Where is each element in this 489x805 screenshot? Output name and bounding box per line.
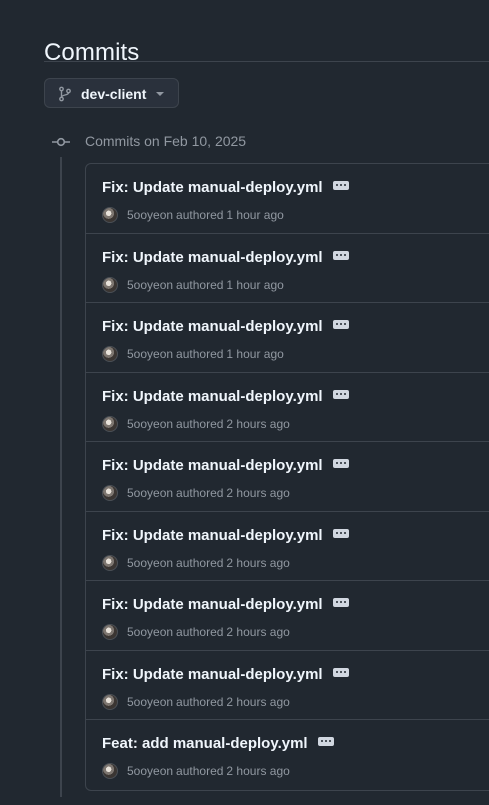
author-link[interactable]: 5ooyeon <box>127 556 173 570</box>
commit-message[interactable]: Fix: Update manual-deploy.yml <box>102 179 323 196</box>
expand-description-button[interactable] <box>332 320 349 329</box>
commit-meta: 5ooyeon authored 1 hour ago <box>102 207 284 223</box>
commit-row: Fix: Update manual-deploy.yml 5ooyeon auth… <box>86 303 489 373</box>
relative-time: 2 hours ago <box>226 625 290 639</box>
expand-description-button[interactable] <box>332 598 349 607</box>
authored-label: authored <box>176 486 224 500</box>
commit-list: Fix: Update manual-deploy.yml 5ooyeon auth… <box>85 163 489 791</box>
expand-description-button[interactable] <box>332 181 349 190</box>
expand-description-button[interactable] <box>332 528 349 538</box>
triangle-down-icon <box>156 92 164 96</box>
commit-title-link[interactable]: Fix: Update manual-deploy.yml <box>102 179 349 197</box>
commit-message[interactable]: Feat: add manual-deploy.yml <box>102 735 308 752</box>
commit-meta: 5ooyeon authored 2 hours ago <box>102 624 290 640</box>
authored-label: authored <box>176 347 224 361</box>
commit-title-link[interactable]: Fix: Update manual-deploy.yml <box>102 457 349 475</box>
avatar[interactable] <box>102 207 118 223</box>
commit-row: Fix: Update manual-deploy.yml 5ooyeon auth… <box>86 651 489 720</box>
relative-time: 1 hour ago <box>226 347 284 361</box>
commit-meta: 5ooyeon authored 2 hours ago <box>102 415 290 432</box>
author-link[interactable]: 5ooyeon <box>127 764 173 778</box>
author-link[interactable]: 5ooyeon <box>127 278 173 292</box>
avatar[interactable] <box>102 485 118 501</box>
commit-message[interactable]: Fix: Update manual-deploy.yml <box>102 318 323 335</box>
authored-label: authored <box>176 555 224 570</box>
expand-description-button[interactable] <box>332 459 349 468</box>
relative-time: 2 hours ago <box>226 416 290 431</box>
authored-label: authored <box>176 694 224 709</box>
page-title: Commits <box>44 39 140 67</box>
commit-message[interactable]: Fix: Update manual-deploy.yml <box>102 249 323 266</box>
commit-meta: 5ooyeon authored 2 hours ago <box>102 693 290 710</box>
avatar[interactable] <box>102 276 118 293</box>
relative-time: 2 hours ago <box>226 555 290 570</box>
author-link[interactable]: 5ooyeon <box>127 347 173 361</box>
avatar[interactable] <box>102 763 118 779</box>
relative-time: 1 hour ago <box>226 277 284 292</box>
authored-label: authored <box>176 625 224 639</box>
git-branch-icon <box>59 86 71 102</box>
authored-label: authored <box>176 416 224 431</box>
commit-message[interactable]: Fix: Update manual-deploy.yml <box>102 666 323 683</box>
commit-row: Fix: Update manual-deploy.yml 5ooyeon auth… <box>86 373 489 442</box>
commit-row: Fix: Update manual-deploy.yml 5ooyeon auth… <box>86 581 489 651</box>
commit-row: Fix: Update manual-deploy.yml 5ooyeon auth… <box>86 512 489 581</box>
avatar[interactable] <box>102 624 118 640</box>
avatar[interactable] <box>102 693 118 710</box>
commit-title-link[interactable]: Fix: Update manual-deploy.yml <box>102 527 349 545</box>
author-link[interactable]: 5ooyeon <box>127 417 173 431</box>
relative-time: 1 hour ago <box>226 208 284 222</box>
expand-description-button[interactable] <box>332 250 349 260</box>
timeline-line <box>60 157 62 797</box>
title-divider <box>44 61 489 62</box>
commit-row: Feat: add manual-deploy.yml 5ooyeon author… <box>86 720 489 790</box>
commit-row: Fix: Update manual-deploy.yml 5ooyeon auth… <box>86 164 489 234</box>
authored-label: authored <box>176 764 224 778</box>
commit-title-link[interactable]: Fix: Update manual-deploy.yml <box>102 249 349 267</box>
commit-meta: 5ooyeon authored 2 hours ago <box>102 763 290 779</box>
authored-label: authored <box>176 208 224 222</box>
avatar[interactable] <box>102 415 118 432</box>
commit-row: Fix: Update manual-deploy.yml 5ooyeon auth… <box>86 234 489 303</box>
commit-message[interactable]: Fix: Update manual-deploy.yml <box>102 457 323 474</box>
commit-title-link[interactable]: Fix: Update manual-deploy.yml <box>102 596 349 614</box>
git-commit-icon <box>52 137 70 147</box>
author-link[interactable]: 5ooyeon <box>127 625 173 639</box>
commit-title-link[interactable]: Fix: Update manual-deploy.yml <box>102 666 349 684</box>
expand-description-button[interactable] <box>332 667 349 677</box>
commit-meta: 5ooyeon authored 1 hour ago <box>102 346 284 362</box>
commit-meta: 5ooyeon authored 2 hours ago <box>102 554 290 571</box>
commit-message[interactable]: Fix: Update manual-deploy.yml <box>102 388 323 405</box>
commit-title-link[interactable]: Fix: Update manual-deploy.yml <box>102 318 349 336</box>
relative-time: 2 hours ago <box>226 694 290 709</box>
commit-message[interactable]: Fix: Update manual-deploy.yml <box>102 527 323 544</box>
commit-row: Fix: Update manual-deploy.yml 5ooyeon auth… <box>86 442 489 512</box>
commit-meta: 5ooyeon authored 1 hour ago <box>102 276 284 293</box>
commit-meta: 5ooyeon authored 2 hours ago <box>102 485 290 501</box>
branch-selector-button[interactable]: dev-client <box>44 78 179 108</box>
commit-title-link[interactable]: Feat: add manual-deploy.yml <box>102 735 334 753</box>
relative-time: 2 hours ago <box>226 486 290 500</box>
authored-label: authored <box>176 277 224 292</box>
commit-message[interactable]: Fix: Update manual-deploy.yml <box>102 596 323 613</box>
commit-group-heading: Commits on Feb 10, 2025 <box>85 133 247 149</box>
author-link[interactable]: 5ooyeon <box>127 695 173 709</box>
author-link[interactable]: 5ooyeon <box>127 208 173 222</box>
relative-time: 2 hours ago <box>226 764 290 778</box>
author-link[interactable]: 5ooyeon <box>127 486 173 500</box>
commit-title-link[interactable]: Fix: Update manual-deploy.yml <box>102 388 349 406</box>
avatar[interactable] <box>102 346 118 362</box>
branch-name: dev-client <box>81 86 147 102</box>
avatar[interactable] <box>102 554 118 571</box>
expand-description-button[interactable] <box>317 737 334 746</box>
expand-description-button[interactable] <box>332 389 349 399</box>
